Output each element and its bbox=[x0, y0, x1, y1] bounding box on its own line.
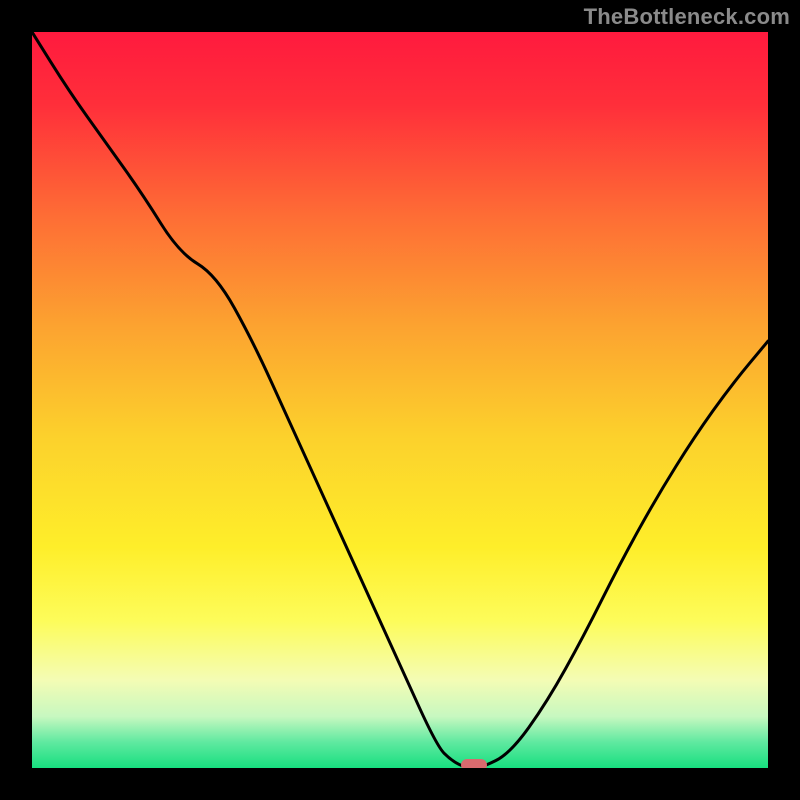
chart-frame: TheBottleneck.com bbox=[0, 0, 800, 800]
watermark-text: TheBottleneck.com bbox=[584, 4, 790, 30]
optimum-marker bbox=[461, 759, 487, 768]
background-gradient bbox=[32, 32, 768, 768]
plot-area bbox=[32, 32, 768, 768]
